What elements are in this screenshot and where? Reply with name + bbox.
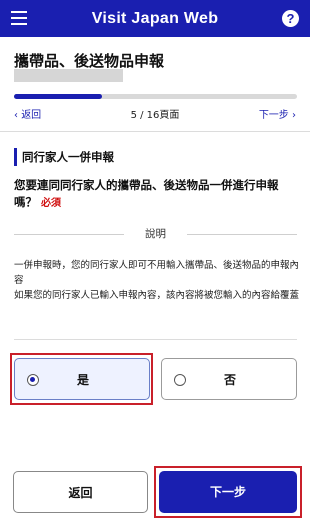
- option-no-label: 否: [223, 373, 236, 387]
- explanation-line-1: 一併申報時，您的同行家人即可不用輸入攜帶品、後送物品的申報內容: [14, 260, 300, 286]
- back-button[interactable]: 返回: [13, 471, 148, 513]
- chevron-right-icon: ›: [288, 110, 296, 121]
- divider: [14, 339, 297, 340]
- help-icon[interactable]: ?: [282, 10, 299, 27]
- app-title: Visit Japan Web: [91, 10, 219, 27]
- option-yes[interactable]: 是: [14, 358, 150, 400]
- question-text: 您要連同同行家人的攜帶品、後送物品一併進行申報嗎？ 必須: [14, 177, 299, 212]
- progress-bar: [14, 94, 297, 99]
- explanation-header: 說明: [14, 227, 297, 241]
- nav-next-link[interactable]: 下一步 ›: [259, 106, 296, 121]
- nav-next-label: 下一步: [258, 110, 289, 121]
- section-heading: 同行家人一併申報: [14, 148, 114, 166]
- redacted-name-bar: [14, 69, 123, 82]
- divider: [187, 234, 297, 235]
- option-yes-label: 是: [76, 373, 89, 387]
- progress-bar-fill: [14, 94, 103, 99]
- explanation-text: 一併申報時，您的同行家人即可不用輸入攜帶品、後送物品的申報內容 如果您的同行家人…: [14, 258, 300, 303]
- required-badge: 必須: [41, 198, 61, 209]
- explanation-line-2: 如果您的同行家人已輸入申報內容，該內容將被您輸入的內容給覆蓋: [14, 290, 300, 301]
- next-button[interactable]: 下一步: [159, 471, 297, 513]
- step-navigation: ‹ 返回 5 / 16頁面 下一步 ›: [0, 106, 310, 122]
- page-title: 攜帶品、後送物品申報: [14, 52, 165, 70]
- app-header: Visit Japan Web ?: [0, 0, 310, 37]
- divider: [0, 131, 310, 132]
- option-no[interactable]: 否: [161, 358, 297, 400]
